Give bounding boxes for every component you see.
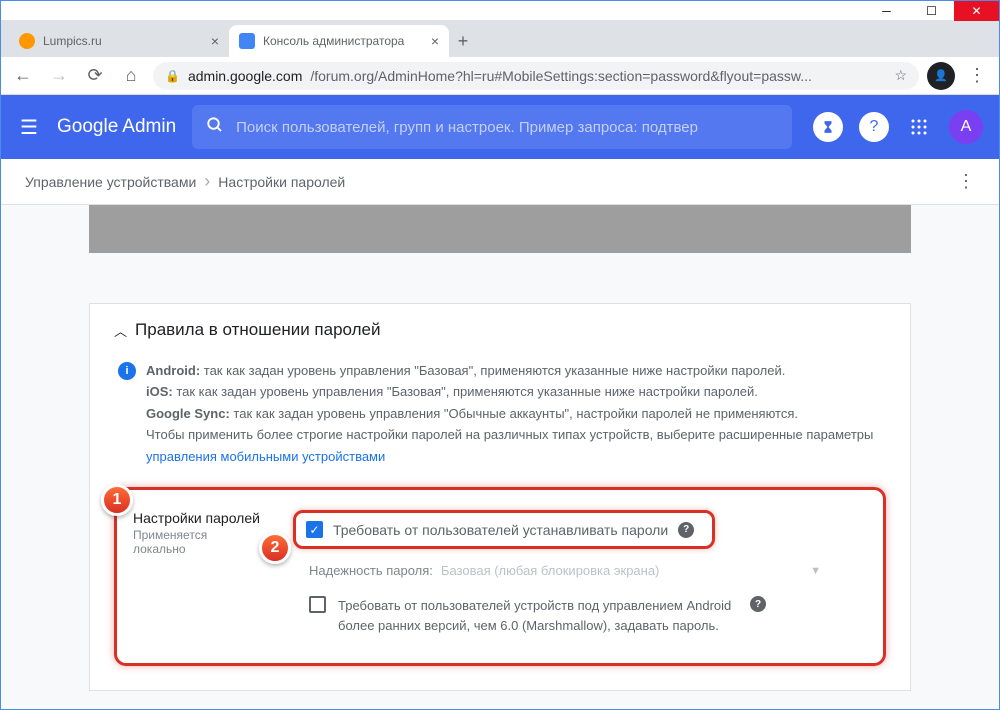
android-legacy-label: Требовать от пользователей устройств под… xyxy=(338,596,738,635)
favicon-icon xyxy=(19,33,35,49)
nav-back-button[interactable]: ← xyxy=(9,62,37,90)
address-bar[interactable]: 🔒 admin.google.com/forum.org/AdminHome?h… xyxy=(153,62,919,90)
browser-toolbar: ← → ⟳ ⌂ 🔒 admin.google.com/forum.org/Adm… xyxy=(1,57,999,95)
search-icon xyxy=(206,116,224,139)
settings-section-sublabel: Применяется локально xyxy=(133,528,263,556)
settings-section-label: Настройки паролей xyxy=(133,510,263,526)
url-path: /forum.org/AdminHome?hl=ru#MobileSetting… xyxy=(310,68,812,84)
window-titlebar: ─ ☐ ✕ xyxy=(1,1,999,21)
admin-header: ☰ Google Admin Поиск пользователей, груп… xyxy=(1,95,999,159)
help-icon[interactable]: ? xyxy=(750,596,766,612)
more-options-button[interactable]: ⋮ xyxy=(957,171,975,192)
require-password-checkbox[interactable]: ✓ xyxy=(306,521,323,538)
url-domain: admin.google.com xyxy=(188,68,302,84)
window-minimize-button[interactable]: ─ xyxy=(864,1,909,21)
tab-title: Консоль администратора xyxy=(263,34,404,48)
mobile-management-link[interactable]: управления мобильными устройствами xyxy=(146,449,385,464)
require-password-label: Требовать от пользователей устанавливать… xyxy=(333,522,668,538)
search-placeholder: Поиск пользователей, групп и настроек. П… xyxy=(236,119,698,136)
strength-label: Надежность пароля: xyxy=(309,563,433,578)
browser-tabstrip: Lumpics.ru × Консоль администратора × + xyxy=(1,21,999,57)
lock-icon: 🔒 xyxy=(165,69,180,83)
section-header-toggle[interactable]: ︿ Правила в отношении паролей xyxy=(114,320,886,352)
help-icon[interactable]: ? xyxy=(678,522,694,538)
browser-tab-lumpics[interactable]: Lumpics.ru × xyxy=(9,25,229,57)
annotation-marker-1: 1 xyxy=(101,484,133,516)
window-close-button[interactable]: ✕ xyxy=(954,1,999,21)
tab-close-icon[interactable]: × xyxy=(211,33,219,49)
android-legacy-row: Требовать от пользователей устройств под… xyxy=(303,596,871,635)
breadcrumb-current: Настройки паролей xyxy=(218,174,345,190)
require-password-row: ✓ Требовать от пользователей устанавлива… xyxy=(293,510,715,549)
breadcrumb-link-devices[interactable]: Управление устройствами xyxy=(25,174,196,190)
password-strength-row: Надежность пароля: Базовая (любая блокир… xyxy=(309,563,871,578)
new-tab-button[interactable]: + xyxy=(449,25,477,57)
strength-dropdown[interactable]: Базовая (любая блокировка экрана) xyxy=(441,563,659,578)
profile-avatar-button[interactable]: 👤 xyxy=(927,62,955,90)
breadcrumb: Управление устройствами › Настройки паро… xyxy=(1,159,999,205)
chevron-up-icon: ︿ xyxy=(114,321,127,340)
info-notice: i Android: так как задан уровень управле… xyxy=(114,352,886,467)
nav-home-button[interactable]: ⌂ xyxy=(117,62,145,90)
annotation-marker-2: 2 xyxy=(259,532,291,564)
dropdown-arrow-icon: ▼ xyxy=(810,565,821,577)
favicon-icon xyxy=(239,33,255,49)
section-title: Правила в отношении паролей xyxy=(135,320,380,340)
android-legacy-checkbox[interactable] xyxy=(309,596,326,613)
browser-tab-admin[interactable]: Консоль администратора × xyxy=(229,25,449,57)
info-icon: i xyxy=(118,362,136,380)
chevron-right-icon: › xyxy=(204,171,210,192)
tab-title: Lumpics.ru xyxy=(43,34,102,48)
hamburger-menu-icon[interactable]: ☰ xyxy=(17,115,41,140)
nav-forward-button[interactable]: → xyxy=(45,62,73,90)
admin-logo[interactable]: Google Admin xyxy=(57,116,176,138)
header-hourglass-button[interactable] xyxy=(813,112,843,142)
apps-grid-icon[interactable] xyxy=(905,113,933,141)
callout-highlight-box: 1 2 Настройки паролей Применяется локаль… xyxy=(114,487,886,666)
window-maximize-button[interactable]: ☐ xyxy=(909,1,954,21)
header-help-button[interactable]: ? xyxy=(859,112,889,142)
tab-close-icon[interactable]: × xyxy=(431,33,439,49)
account-avatar[interactable]: A xyxy=(949,110,983,144)
admin-search-input[interactable]: Поиск пользователей, групп и настроек. П… xyxy=(192,105,792,149)
bookmark-star-icon[interactable]: ☆ xyxy=(894,67,907,84)
password-rules-section: ︿ Правила в отношении паролей i Android:… xyxy=(89,303,911,691)
nav-reload-button[interactable]: ⟳ xyxy=(81,62,109,90)
placeholder-block xyxy=(89,205,911,253)
browser-menu-button[interactable]: ⋮ xyxy=(963,62,991,90)
